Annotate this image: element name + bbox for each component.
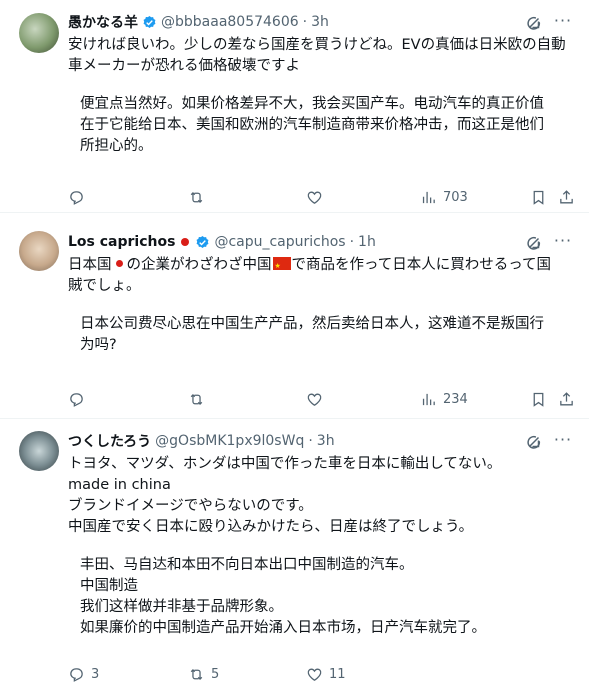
text-segment: の企業がわざわざ中国: [126, 257, 272, 273]
translation-line: 中国制造: [80, 578, 138, 594]
user-handle[interactable]: @bbbaaa80574606: [161, 14, 299, 30]
tweet[interactable]: つくしたろう @gOsbMK1px9l0sWq · 3h ··· トヨタ、マツダ…: [0, 419, 589, 696]
translation-text: 丰田、马自达和本田不向日本出口中国制造的汽车。 中国制造 我们这样做并非基于品牌…: [68, 555, 573, 639]
text-line: トヨタ、マツダ、ホンダは中国で作った車を日本に輸出してない。: [68, 456, 502, 472]
more-icon[interactable]: ···: [553, 13, 573, 32]
tweet-text: 日本国の企業がわざわざ中国 で商品を作って日本人に買わせるって国 賊でしょ。: [68, 255, 573, 297]
view-count: 234: [443, 391, 468, 407]
like-button[interactable]: [306, 189, 329, 206]
views-button[interactable]: 703: [420, 189, 468, 206]
view-count: 703: [443, 189, 468, 205]
reply-icon: [68, 391, 85, 408]
tweet[interactable]: 愚かなる羊 @bbbaaa80574606 · 3h ··· 安ければ良いわ。少…: [0, 0, 589, 213]
like-count: 11: [329, 666, 346, 682]
tweet-text: トヨタ、マツダ、ホンダは中国で作った車を日本に輸出してない。 made in c…: [68, 454, 573, 538]
like-button[interactable]: 11: [306, 666, 346, 683]
verified-badge-icon: [195, 235, 210, 250]
bookmark-icon: [530, 189, 547, 206]
user-handle[interactable]: @capu_capurichos: [214, 234, 345, 250]
reply-count: 3: [91, 666, 100, 682]
tweet-header: つくしたろう @gOsbMK1px9l0sWq · 3h ···: [68, 431, 573, 451]
separator-dot: ·: [308, 433, 313, 449]
timestamp[interactable]: 3h: [311, 14, 329, 30]
text-line: ブランドイメージでやらないのです。: [68, 498, 313, 514]
text-line: 車メーカーが恐れる価格破壊ですよ: [68, 58, 300, 74]
translation-line: 丰田、马自达和本田不向日本出口中国制造的汽车。: [80, 557, 414, 573]
action-bar: 703: [68, 187, 575, 207]
share-icon: [558, 189, 575, 206]
text-line: made in china: [68, 477, 171, 493]
translation-line: 日本公司费尽心思在中国生产产品，然后卖给日本人，这难道不是叛国行: [80, 316, 544, 332]
tweet-text: 安ければ良いわ。少しの差なら国産を買うけどね。EVの真価は日米欧の自動 車メーカ…: [68, 35, 573, 77]
text-segment: 日本国: [68, 257, 112, 273]
retweet-icon: [188, 391, 205, 408]
avatar[interactable]: [19, 13, 59, 53]
text-segment: で商品を作って日本人に買わせるって国: [291, 257, 552, 273]
more-icon[interactable]: ···: [553, 432, 573, 451]
like-icon: [306, 391, 323, 408]
reply-button[interactable]: [68, 189, 91, 206]
bookmark-button[interactable]: [530, 189, 547, 206]
avatar[interactable]: [19, 231, 59, 271]
like-icon: [306, 189, 323, 206]
separator-dot: ·: [302, 14, 308, 30]
text-line: 賊でしょ。: [68, 278, 141, 294]
more-icon[interactable]: ···: [553, 233, 573, 252]
views-icon: [420, 391, 437, 408]
translation-text: 便宜点当然好。如果价格差异不大，我会买国产车。电动汽车的真正价值 在于它能给日本…: [68, 94, 573, 157]
bookmark-icon: [530, 391, 547, 408]
user-handle[interactable]: @gOsbMK1px9l0sWq: [155, 433, 304, 449]
display-name[interactable]: 愚かなる羊: [68, 12, 138, 32]
tweet-header: Los caprichos @capu_capurichos · 1h ···: [68, 232, 573, 252]
share-icon: [558, 391, 575, 408]
separator-dot: ·: [349, 234, 355, 250]
display-name[interactable]: つくしたろう: [68, 431, 151, 451]
reply-button[interactable]: 3: [68, 666, 99, 683]
translation-line: 在于它能给日本、美国和欧洲的汽车制造商带来价格冲击，而这正是他们: [80, 117, 544, 133]
text-line: 安ければ良いわ。少しの差なら国産を買うけどね。EVの真価は日米欧の自動: [68, 37, 566, 53]
views-button[interactable]: 234: [420, 391, 468, 408]
grok-icon[interactable]: [525, 234, 543, 252]
timestamp[interactable]: 3h: [317, 433, 335, 449]
display-name[interactable]: Los caprichos: [68, 234, 175, 250]
retweet-icon: [188, 666, 205, 683]
translation-text: 日本公司费尽心思在中国生产产品，然后卖给日本人，这难道不是叛国行 为吗?: [68, 314, 573, 356]
like-icon: [306, 666, 323, 683]
translation-line: 所担心的。: [80, 138, 153, 154]
grok-icon[interactable]: [525, 433, 543, 451]
like-button[interactable]: [306, 391, 329, 408]
timestamp[interactable]: 1h: [358, 234, 376, 250]
retweet-button[interactable]: [188, 391, 211, 408]
text-line: 中国産で安く日本に殴り込みかけたら、日産は終了でしょう。: [68, 519, 474, 535]
reply-icon: [68, 189, 85, 206]
japan-flag-icon: [115, 260, 123, 267]
reply-icon: [68, 666, 85, 683]
share-button[interactable]: [558, 189, 575, 206]
verified-badge-icon: [142, 15, 157, 30]
tweet[interactable]: Los caprichos @capu_capurichos · 1h ··· …: [0, 213, 589, 419]
grok-icon[interactable]: [525, 14, 543, 32]
bookmark-button[interactable]: [530, 391, 547, 408]
reply-button[interactable]: [68, 391, 91, 408]
retweet-button[interactable]: [188, 189, 211, 206]
retweet-button[interactable]: 5: [188, 666, 219, 683]
avatar[interactable]: [19, 431, 59, 471]
translation-line: 如果廉价的中国制造产品开始涌入日本市场，日产汽车就完了。: [80, 620, 486, 636]
translation-line: 便宜点当然好。如果价格差异不大，我会买国产车。电动汽车的真正价值: [80, 96, 544, 112]
japan-flag-icon: [181, 238, 190, 246]
share-button[interactable]: [558, 391, 575, 408]
action-bar: 3 5 11: [68, 664, 575, 684]
views-icon: [420, 189, 437, 206]
retweet-icon: [188, 189, 205, 206]
tweet-header: 愚かなる羊 @bbbaaa80574606 · 3h ···: [68, 12, 573, 32]
translation-line: 为吗?: [80, 337, 117, 353]
translation-line: 我们这样做并非基于品牌形象。: [80, 599, 283, 615]
action-bar: 234: [68, 389, 575, 409]
retweet-count: 5: [211, 666, 220, 682]
text-line: 日本国の企業がわざわざ中国 で商品を作って日本人に買わせるって国: [68, 255, 573, 277]
china-flag-icon: [272, 256, 291, 277]
